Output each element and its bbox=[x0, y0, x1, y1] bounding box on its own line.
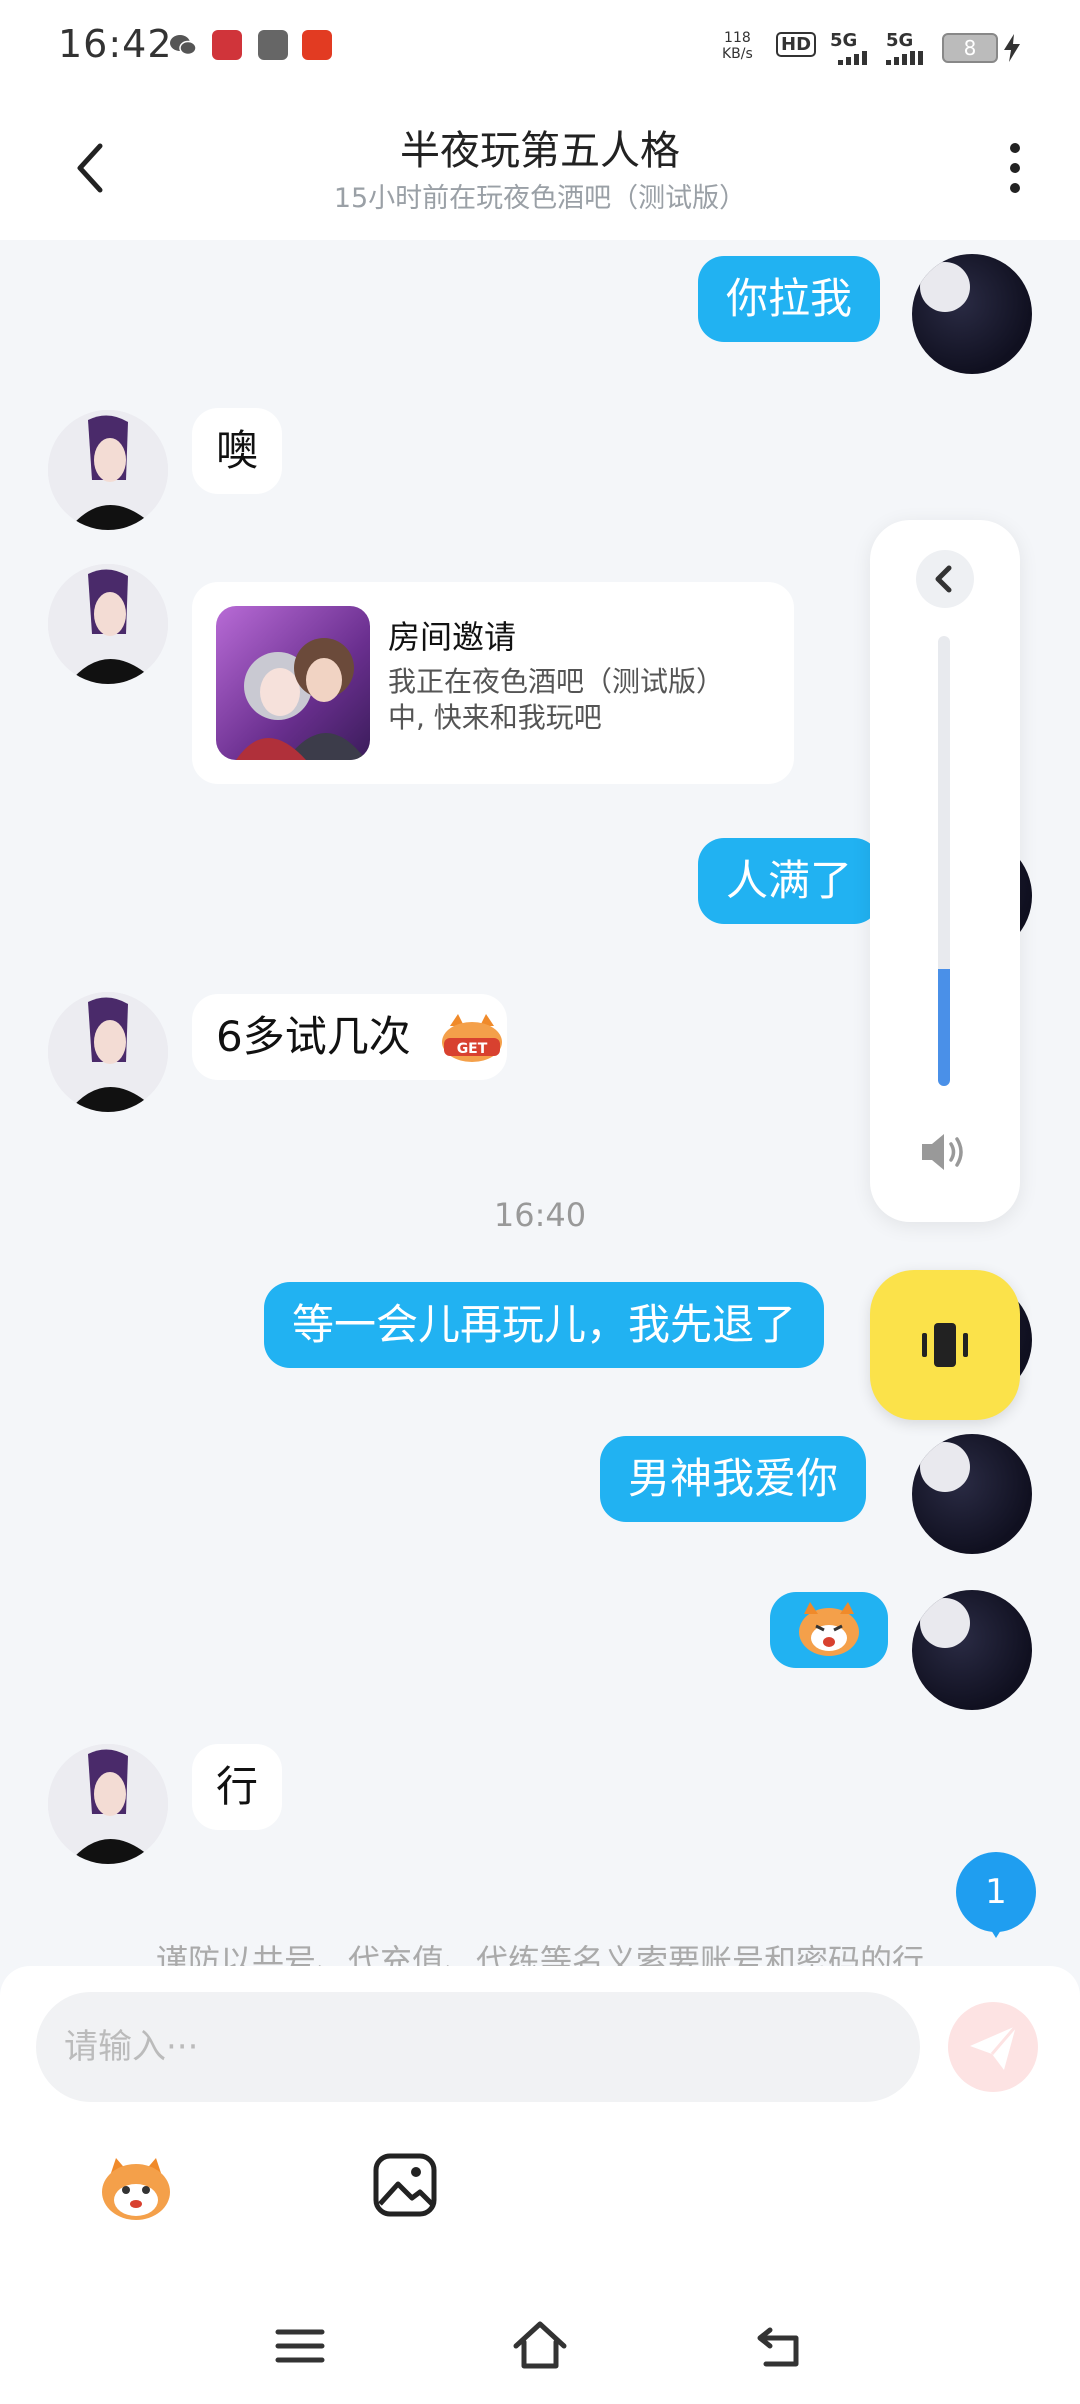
emoji-button[interactable] bbox=[96, 2148, 176, 2228]
taobao-icon bbox=[302, 30, 332, 60]
send-icon bbox=[970, 2025, 1018, 2070]
more-button[interactable] bbox=[1000, 138, 1030, 198]
invite-text: 我正在夜色酒吧（测试版）中, 快来和我玩吧 bbox=[388, 665, 725, 734]
home-icon bbox=[513, 2321, 567, 2369]
message-bubble-other[interactable]: 行 bbox=[192, 1744, 283, 1830]
image-button[interactable] bbox=[370, 2150, 440, 2220]
chat-subtitle: 15小时前在玩夜色酒吧（测试版） bbox=[333, 183, 747, 214]
unread-badge[interactable]: 1 bbox=[956, 1852, 1036, 1938]
volume-slider[interactable] bbox=[938, 636, 950, 1086]
svg-text:GET: GET bbox=[457, 1041, 488, 1057]
vibrate-icon bbox=[922, 1323, 968, 1367]
message-input[interactable] bbox=[36, 1992, 920, 2102]
avatar-contact[interactable] bbox=[48, 410, 168, 530]
back-nav-button[interactable] bbox=[750, 2316, 810, 2376]
message-bubble-mine[interactable]: 男神我爱你 bbox=[600, 1436, 867, 1522]
avatar-contact[interactable] bbox=[48, 564, 168, 684]
avatar-self[interactable] bbox=[912, 1434, 1032, 1554]
net-speed: 118 KB/s bbox=[722, 30, 753, 62]
message-bubble-other[interactable]: 噢 bbox=[192, 408, 283, 494]
collapse-button[interactable] bbox=[916, 550, 974, 608]
sim2-signal: 5G bbox=[886, 30, 914, 51]
status-time: 16:42 bbox=[58, 22, 173, 66]
emoji-icon bbox=[102, 2158, 170, 2220]
app-notification-icon bbox=[258, 30, 288, 60]
menu-icon bbox=[275, 2329, 325, 2363]
avatar-contact[interactable] bbox=[48, 1744, 168, 1864]
get-sticker: GET bbox=[440, 1014, 504, 1064]
signal-bars-icon bbox=[886, 50, 934, 69]
signal-bars-icon bbox=[838, 50, 874, 69]
volume-fill bbox=[938, 969, 950, 1086]
message-bubble-sticker[interactable] bbox=[770, 1592, 888, 1668]
sim1-signal: 5G bbox=[830, 30, 858, 51]
back-nav-icon bbox=[757, 2327, 799, 2367]
message-bubble-mine[interactable]: 人满了 bbox=[698, 838, 881, 924]
emoji-sticker bbox=[799, 1602, 859, 1656]
more-icon bbox=[1010, 143, 1020, 193]
chat-title: 半夜玩第五人格 bbox=[400, 128, 680, 174]
vibrate-button[interactable] bbox=[870, 1270, 1020, 1420]
message-bubble-mine[interactable]: 等一会儿再玩儿，我先退了 bbox=[264, 1282, 825, 1368]
hd-indicator: HD bbox=[776, 32, 817, 57]
message-bubble-mine[interactable]: 你拉我 bbox=[698, 256, 881, 342]
invite-title: 房间邀请 bbox=[388, 618, 517, 656]
image-icon bbox=[373, 2153, 437, 2217]
charging-icon bbox=[1004, 34, 1020, 66]
send-button[interactable] bbox=[948, 2002, 1038, 2092]
avatar-self[interactable] bbox=[912, 254, 1032, 374]
game-thumbnail bbox=[216, 606, 370, 760]
avatar-contact[interactable] bbox=[48, 992, 168, 1112]
wechat-icon bbox=[168, 30, 198, 60]
collapse-icon bbox=[935, 565, 952, 593]
home-nav-button[interactable] bbox=[510, 2316, 570, 2376]
speaker-icon[interactable] bbox=[918, 1130, 970, 1174]
app-notification-icon bbox=[212, 30, 242, 60]
battery-indicator: 8 bbox=[942, 33, 998, 63]
menu-nav-button[interactable] bbox=[270, 2316, 330, 2376]
avatar-self[interactable] bbox=[912, 1590, 1032, 1710]
